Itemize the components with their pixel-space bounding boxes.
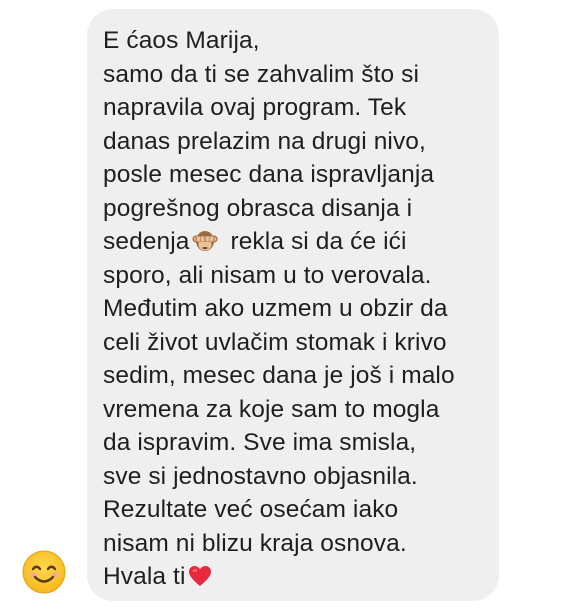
chat-view: E ćaos Marija, samo da ti se zahvalim št… [0,0,585,608]
message-line: sedim, mesec dana je još i malo [103,362,455,389]
message-line: E ćaos Marija, [103,27,260,54]
message-line: nisam ni blizu kraja osnova. [103,529,407,557]
message-fragment: Hvala ti [103,563,186,590]
message-text: E ćaos Marija, samo da ti se zahvalim št… [103,24,485,594]
message-line: Rezultate već osećam iako [103,496,399,523]
message-line: samo da ti se zahvalim što si [103,60,420,88]
message-line: Hvala ti [103,560,485,594]
message-line: sporo, ali nisam u to verovala. [103,261,432,289]
message-line: sedenja rekla si da će ići [103,225,485,259]
message-line: danas prelazim na drugi nivo, [103,127,426,155]
message-line: posle mesec dana ispravljanja [103,161,435,188]
message-fragment: rekla si da će ići [223,228,407,255]
message-line: sve si jednostavno objasnila. [103,462,418,490]
message-fragment: sedenja [103,228,190,255]
message-line: vremena za koje sam to mogla [103,395,440,423]
message-bubble[interactable]: E ćaos Marija, samo da ti se zahvalim št… [87,9,499,601]
message-line: celi život uvlačim stomak i krivo [103,328,447,356]
message-line: pogrešnog obrasca disanja i [103,194,413,222]
message-line: da ispravim. Sve ima smisla, [103,429,417,456]
smiling-face-icon[interactable] [22,550,66,594]
message-line: Međutim ako uzmem u obzir da [103,295,448,322]
message-line: napravila ovaj program. Tek [103,94,407,121]
red-heart-icon [188,563,212,597]
